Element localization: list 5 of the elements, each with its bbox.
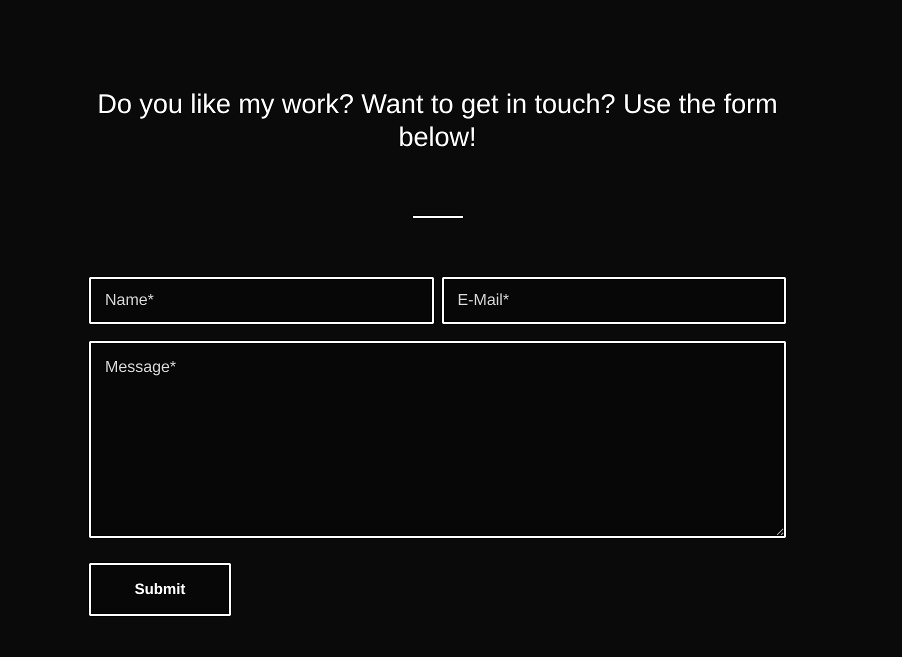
- message-field[interactable]: Message*: [89, 341, 786, 538]
- name-field[interactable]: Name*: [89, 277, 434, 324]
- submit-button[interactable]: Submit: [89, 563, 231, 616]
- page-heading: Do you like my work? Want to get in touch? Use the form below!: [96, 88, 779, 154]
- email-field[interactable]: E-Mail*: [442, 277, 786, 324]
